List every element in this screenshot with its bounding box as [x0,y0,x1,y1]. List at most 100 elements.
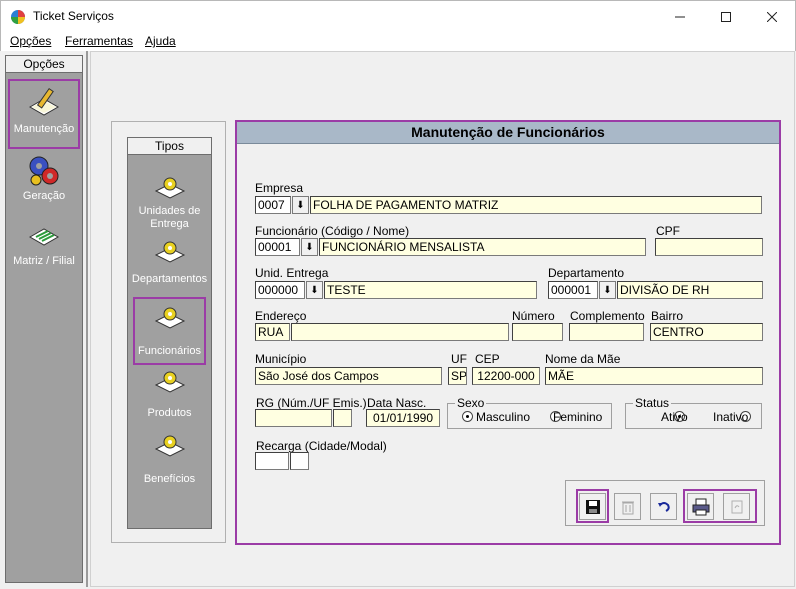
sidebar-item-manutencao[interactable]: Manutenção [8,79,80,149]
sidebar-item-label: Manutenção [13,123,75,135]
rg-uf-field[interactable] [333,409,352,427]
sidebar-item-matriz-filial[interactable]: Matriz / Filial [6,219,82,267]
tipo-item-label: Funcionários [138,345,201,357]
refresh-icon [731,500,742,513]
menu-ferramentas[interactable]: Ferramentas [65,34,133,48]
arrow-down-icon: ⬇ [305,241,314,253]
funcionario-lookup-button[interactable]: ⬇ [301,238,318,256]
mae-field[interactable]: MÃE [545,367,763,385]
departamento-code-field[interactable]: 000001 [548,281,598,299]
departamento-lookup-button[interactable]: ⬇ [599,281,616,299]
cpf-label: CPF [656,224,680,238]
sidebar-item-label: Matriz / Filial [13,255,75,267]
minimize-icon [675,16,685,17]
status-label: Status [633,396,672,410]
tipo-item-beneficios[interactable]: Benefícios [128,433,211,486]
funcionario-label: Funcionário (Código / Nome) [255,224,410,238]
endereco-field[interactable] [291,323,509,341]
status-ativo-label: Ativo [661,410,688,424]
sexo-feminino-label: Feminino [553,410,603,424]
pencil-notepad-icon [28,87,60,116]
complemento-field[interactable] [569,323,644,341]
close-button[interactable] [749,1,795,32]
sidebar-header: Opções [6,56,82,73]
window-title: Ticket Serviços [33,9,114,23]
funcionario-name-field[interactable]: FUNCIONÁRIO MENSALISTA [319,238,646,256]
complemento-label: Complemento [570,309,645,323]
departamento-name-field[interactable]: DIVISÃO DE RH [617,281,763,299]
trash-icon [621,501,634,514]
empresa-lookup-button[interactable]: ⬇ [292,196,309,214]
numero-field[interactable] [512,323,563,341]
arrow-down-icon: ⬇ [310,284,319,296]
menu-ajuda[interactable]: Ajuda [145,34,176,48]
rg-number-field[interactable] [255,409,332,427]
print-button[interactable] [687,493,714,520]
tipo-item-departamentos[interactable]: Departamentos [128,239,211,286]
bairro-label: Bairro [651,309,684,323]
maximize-icon [721,11,731,22]
printer-icon [692,498,709,515]
tipos-header: Tipos [128,138,211,155]
endereco-tipo-field[interactable]: RUA [255,323,290,341]
numero-label: Número [512,309,555,323]
app-logo-icon [11,10,25,24]
sexo-masculino-label: Masculino [476,410,531,424]
cep-field[interactable]: 12200-000 [472,367,540,385]
save-button[interactable] [579,493,606,520]
empresa-code-field[interactable]: 0007 [255,196,291,214]
funcionario-code-field[interactable]: 00001 [255,238,300,256]
sidebar-item-label: Geração [22,190,66,202]
recarga-label: Recarga (Cidade/Modal) [256,439,387,453]
recarga-modal-field[interactable] [290,452,309,470]
data-nasc-field[interactable]: 01/01/1990 [366,409,440,427]
floppy-disk-icon [585,499,600,514]
endereco-label: Endereço [255,309,307,323]
gear-document-icon [154,177,185,199]
unid-entrega-name-field[interactable]: TESTE [324,281,537,299]
maximize-button[interactable] [703,1,749,32]
gear-document-icon [154,241,185,263]
arrow-down-icon: ⬇ [603,284,612,296]
title-bar: Ticket Serviços [0,0,796,31]
tipos-panel: Tipos Unidades de Entrega Departamentos … [127,137,212,529]
undo-icon [657,501,670,512]
mae-label: Nome da Mãe [545,352,621,366]
recarga-cidade-field[interactable] [255,452,289,470]
empresa-name-field[interactable]: FOLHA DE PAGAMENTO MATRIZ [310,196,762,214]
tipo-item-label: Produtos [147,407,192,419]
cep-label: CEP [475,352,500,366]
municipio-field[interactable]: São José dos Campos [255,367,442,385]
tipo-item-label: Unidades de Entrega [138,205,201,230]
delete-button[interactable] [614,493,641,520]
tipo-item-produtos[interactable]: Produtos [128,369,211,420]
tipo-item-unidades[interactable]: Unidades de Entrega [128,175,211,231]
minimize-button[interactable] [657,1,703,32]
uf-label: UF [451,352,467,366]
unid-entrega-label: Unid. Entrega [255,266,329,280]
bairro-field[interactable]: CENTRO [650,323,763,341]
sexo-label: Sexo [455,396,487,410]
sexo-masculino-radio[interactable] [462,411,473,422]
arrow-down-icon: ⬇ [296,199,305,211]
undo-button[interactable] [650,493,677,520]
pen-notepad-icon [28,228,60,246]
unid-entrega-code-field[interactable]: 000000 [255,281,305,299]
uf-field[interactable]: SP [448,367,467,385]
refresh-button[interactable] [723,493,750,520]
rg-label: RG (Núm./UF Emis.) [256,396,367,410]
sidebar-item-geracao[interactable]: Geração [6,154,82,202]
cpf-field[interactable] [655,238,763,256]
gear-document-icon [154,307,185,329]
tipo-item-funcionarios[interactable]: Funcionários [133,297,206,365]
close-icon [767,11,777,22]
data-nasc-label: Data Nasc. [367,396,427,410]
gear-icon [29,156,59,186]
gear-document-icon [154,435,185,457]
departamento-label: Departamento [548,266,625,280]
tipo-item-label: Departamentos [131,273,208,285]
empresa-label: Empresa [255,181,304,195]
unid-entrega-lookup-button[interactable]: ⬇ [306,281,323,299]
menu-opcoes[interactable]: Opções [10,34,51,48]
gear-document-icon [154,371,185,393]
